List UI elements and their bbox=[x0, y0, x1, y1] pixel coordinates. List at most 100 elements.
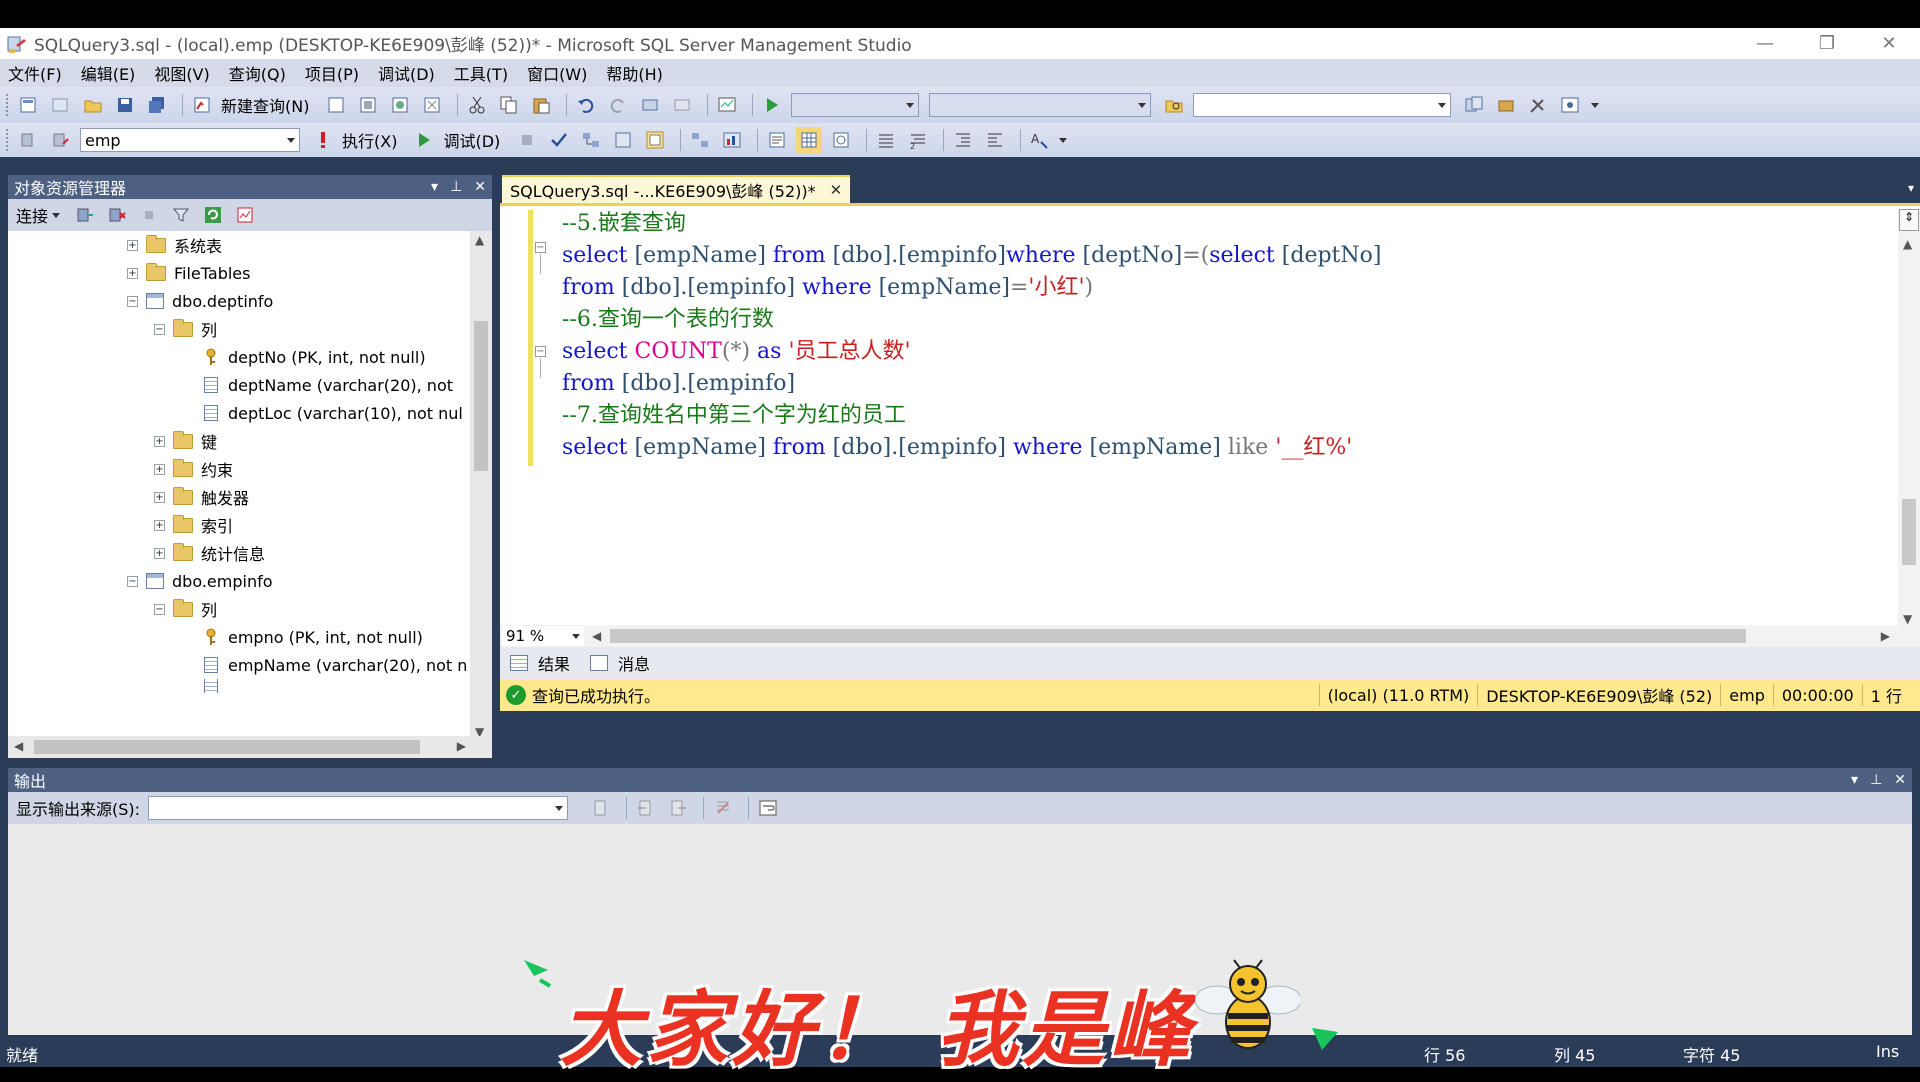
toolbar-grip[interactable] bbox=[6, 94, 10, 116]
redo-icon[interactable] bbox=[605, 92, 631, 118]
scroll-up-icon[interactable]: ▲ bbox=[475, 233, 484, 247]
tree-node-dbo-empinfo[interactable]: − dbo.empinfo bbox=[127, 567, 273, 595]
panel-dropdown-icon[interactable]: ▾ bbox=[1851, 772, 1858, 788]
menu-project[interactable]: 项目(P) bbox=[305, 61, 359, 85]
collapse-region-icon[interactable]: − bbox=[535, 346, 546, 357]
tree-node-triggers[interactable]: + 触发器 bbox=[154, 483, 249, 511]
go-to-previous-message-icon[interactable] bbox=[633, 795, 659, 821]
tree-node-filetables[interactable]: + FileTables bbox=[127, 259, 250, 287]
scroll-down-icon[interactable]: ▼ bbox=[1903, 612, 1912, 626]
change-connection-icon[interactable] bbox=[48, 127, 74, 153]
object-explorer-horizontal-scrollbar[interactable]: ◀ ▶ bbox=[8, 736, 492, 758]
results-to-text-icon[interactable] bbox=[764, 127, 790, 153]
chevron-down-icon[interactable] bbox=[1059, 137, 1068, 143]
restore-button[interactable]: ❐ bbox=[1796, 28, 1858, 59]
scrollbar-thumb[interactable] bbox=[34, 740, 420, 754]
expand-icon[interactable]: + bbox=[127, 239, 138, 251]
menu-edit[interactable]: 编辑(E) bbox=[81, 61, 136, 85]
display-plan-icon[interactable] bbox=[578, 127, 604, 153]
collapse-region-icon[interactable]: − bbox=[535, 242, 546, 253]
tools-icon[interactable] bbox=[1525, 92, 1551, 118]
cancel-query-icon[interactable] bbox=[514, 127, 540, 153]
client-statistics-icon[interactable] bbox=[719, 127, 745, 153]
solution-platform-combo[interactable] bbox=[929, 93, 1152, 117]
copy-icon[interactable] bbox=[496, 92, 522, 118]
find-in-files-icon[interactable] bbox=[1161, 92, 1187, 118]
tree-node-columns[interactable]: − 列 bbox=[154, 595, 217, 623]
tree-node-keys[interactable]: + 键 bbox=[154, 427, 217, 455]
toggle-word-wrap-icon[interactable] bbox=[755, 795, 781, 821]
filter-icon[interactable] bbox=[168, 202, 194, 228]
tree-node-column-partial[interactable] bbox=[204, 679, 228, 693]
find-combo[interactable] bbox=[1193, 93, 1452, 117]
code-text[interactable]: --5.嵌套查询 select [empName] from [dbo].[emp… bbox=[562, 208, 1381, 464]
tree-node-column-deptname[interactable]: deptName (varchar(20), not bbox=[204, 371, 453, 399]
refresh-icon[interactable] bbox=[200, 202, 226, 228]
object-explorer-icon[interactable] bbox=[1493, 92, 1519, 118]
menu-window[interactable]: 窗口(W) bbox=[527, 61, 587, 85]
menu-query[interactable]: 查询(Q) bbox=[229, 61, 286, 85]
tab-results[interactable]: 结果 bbox=[510, 651, 570, 675]
tree-node-statistics[interactable]: + 统计信息 bbox=[154, 539, 265, 567]
panel-dropdown-icon[interactable]: ▾ bbox=[431, 179, 438, 195]
activity-monitor-icon[interactable] bbox=[232, 202, 258, 228]
query-designer-icon[interactable] bbox=[610, 127, 636, 153]
activity-monitor-icon[interactable] bbox=[714, 92, 740, 118]
registered-servers-icon[interactable] bbox=[1461, 92, 1487, 118]
tree-node-dbo-deptinfo[interactable]: − dbo.deptinfo bbox=[127, 287, 273, 315]
undo-icon[interactable] bbox=[573, 92, 599, 118]
results-to-file-icon[interactable] bbox=[642, 127, 668, 153]
navigate-forward-icon[interactable] bbox=[669, 92, 695, 118]
navigate-backward-icon[interactable] bbox=[637, 92, 663, 118]
tree-node-indexes[interactable]: + 索引 bbox=[154, 511, 233, 539]
include-plan-icon[interactable] bbox=[687, 127, 713, 153]
disconnect-icon[interactable] bbox=[104, 202, 130, 228]
cut-icon[interactable] bbox=[464, 92, 490, 118]
chevron-down-icon[interactable] bbox=[52, 212, 61, 218]
db-engine-query-icon[interactable] bbox=[323, 92, 349, 118]
zoom-select[interactable]: 91 % bbox=[502, 626, 584, 646]
menu-view[interactable]: 视图(V) bbox=[154, 61, 209, 85]
scrollbar-thumb[interactable] bbox=[1902, 499, 1916, 565]
minimize-button[interactable]: — bbox=[1734, 28, 1796, 59]
scrollbar-thumb[interactable] bbox=[610, 629, 1746, 643]
tree-node-constraints[interactable]: + 约束 bbox=[154, 455, 233, 483]
close-window-button[interactable]: ✕ bbox=[1858, 28, 1920, 59]
close-icon[interactable]: ✕ bbox=[474, 179, 486, 195]
connect-button[interactable]: 连接 bbox=[16, 203, 48, 227]
output-source-select[interactable] bbox=[148, 796, 569, 820]
object-explorer-vertical-scrollbar[interactable]: ▲ ▼ bbox=[470, 231, 492, 741]
save-all-icon[interactable] bbox=[144, 92, 170, 118]
split-window-icon[interactable]: ⇕ bbox=[1899, 209, 1919, 231]
expand-icon[interactable]: + bbox=[154, 491, 165, 503]
tree-node-columns[interactable]: − 列 bbox=[154, 315, 217, 343]
tab-dropdown-icon[interactable]: ▾ bbox=[1908, 181, 1914, 195]
connect-server-icon[interactable] bbox=[72, 202, 98, 228]
paste-icon[interactable] bbox=[528, 92, 554, 118]
properties-icon[interactable] bbox=[1557, 92, 1583, 118]
specify-template-values-icon[interactable]: A bbox=[1027, 127, 1053, 153]
scroll-left-icon[interactable]: ◀ bbox=[14, 739, 23, 753]
expand-icon[interactable]: + bbox=[154, 519, 165, 531]
go-to-next-message-icon[interactable] bbox=[665, 795, 691, 821]
expand-icon[interactable]: + bbox=[154, 463, 165, 475]
collapse-icon[interactable]: − bbox=[154, 323, 165, 335]
tree-node-column-empno[interactable]: empno (PK, int, not null) bbox=[204, 623, 423, 651]
tree-node-system-tables[interactable]: + 系统表 bbox=[127, 231, 222, 259]
new-query-icon[interactable] bbox=[189, 92, 215, 118]
tab-messages[interactable]: 消息 bbox=[590, 651, 650, 675]
results-to-file2-icon[interactable] bbox=[828, 127, 854, 153]
comment-lines-icon[interactable] bbox=[873, 127, 899, 153]
sql-editor[interactable]: − − --5.嵌套查询 select [empName] from [dbo].… bbox=[500, 203, 1920, 628]
editor-vertical-scrollbar[interactable]: ⇕ ▲ ▼ bbox=[1898, 209, 1920, 628]
tree-node-column-deptno[interactable]: deptNo (PK, int, not null) bbox=[204, 343, 426, 371]
toolbar-grip[interactable] bbox=[6, 129, 10, 151]
menu-file[interactable]: 文件(F) bbox=[8, 61, 62, 85]
solution-config-combo[interactable] bbox=[791, 93, 920, 117]
collapse-icon[interactable]: − bbox=[127, 575, 138, 587]
tree-node-column-deptloc[interactable]: deptLoc (varchar(10), not nul bbox=[204, 399, 463, 427]
expand-icon[interactable]: + bbox=[154, 435, 165, 447]
execute-button[interactable]: 执行(X) bbox=[342, 128, 397, 152]
pin-icon[interactable]: ⊥ bbox=[1870, 772, 1882, 788]
pin-icon[interactable]: ⊥ bbox=[450, 179, 462, 195]
